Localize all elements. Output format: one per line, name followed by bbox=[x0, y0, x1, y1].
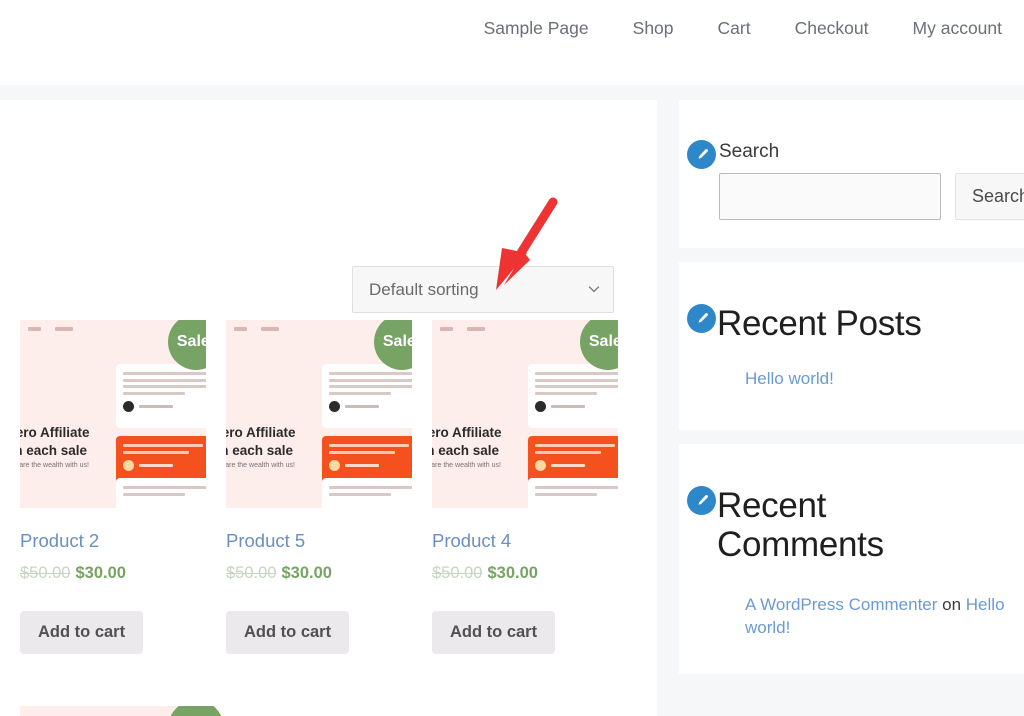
product-old-price: $50.00 bbox=[432, 564, 483, 583]
product-image[interactable]: Hero Affiliate on each sale I share the … bbox=[432, 320, 618, 508]
search-widget-title: Search bbox=[719, 141, 780, 162]
recent-comments-title: Recent Comments bbox=[717, 486, 884, 565]
recent-posts-header: Recent Posts bbox=[687, 304, 1024, 343]
recent-posts-title: Recent Posts bbox=[717, 304, 922, 343]
search-input[interactable] bbox=[719, 173, 941, 220]
add-to-cart-button[interactable]: Add to cart bbox=[226, 610, 350, 654]
product-old-price: $50.00 bbox=[20, 564, 71, 583]
search-widget: Search Search bbox=[679, 100, 1024, 248]
sale-badge bbox=[168, 706, 224, 716]
product-price: $50.00 $30.00 bbox=[432, 564, 638, 584]
comment-author-link[interactable]: A WordPress Commenter bbox=[745, 595, 937, 614]
annotation-arrow bbox=[496, 197, 558, 290]
artwork-testimonial-card bbox=[322, 364, 412, 428]
artwork-nav bbox=[234, 327, 279, 331]
artwork-testimonial-card-2 bbox=[528, 478, 618, 508]
edit-pencil-icon[interactable] bbox=[687, 486, 716, 515]
product-card[interactable]: Hero Affiliate on each sale I share the … bbox=[432, 320, 638, 654]
product-title[interactable]: Product 4 bbox=[432, 530, 638, 552]
search-button[interactable]: Search bbox=[955, 173, 1024, 220]
sidebar: Search Search Recent Posts Hello world! bbox=[679, 100, 1024, 688]
recent-comments-widget: Recent Comments A WordPress Commenter on… bbox=[679, 444, 1024, 674]
artwork-nav bbox=[28, 327, 73, 331]
product-image[interactable] bbox=[20, 706, 224, 716]
product-card[interactable]: Hero Affiliate on each sale I share the … bbox=[20, 320, 226, 654]
product-sale-price: $30.00 bbox=[487, 564, 538, 583]
add-to-cart-button[interactable]: Add to cart bbox=[20, 610, 144, 654]
artwork-testimonial-card-2 bbox=[116, 478, 206, 508]
product-title[interactable]: Product 5 bbox=[226, 530, 432, 552]
product-grid-next-row bbox=[20, 706, 657, 716]
product-image[interactable]: Hero Affiliate on each sale I share the … bbox=[226, 320, 412, 508]
product-sale-price: $30.00 bbox=[281, 564, 332, 583]
nav-item-checkout[interactable]: Checkout bbox=[773, 14, 891, 42]
product-card[interactable]: Hero Affiliate on each sale I share the … bbox=[226, 320, 432, 654]
add-to-cart-button[interactable]: Add to cart bbox=[432, 610, 556, 654]
nav-item-sample-page[interactable]: Sample Page bbox=[462, 14, 611, 42]
edit-pencil-icon[interactable] bbox=[687, 304, 716, 333]
search-form: Search bbox=[719, 173, 1024, 220]
artwork-testimonial-card bbox=[528, 364, 618, 428]
product-image[interactable]: Hero Affiliate on each sale I share the … bbox=[20, 320, 206, 508]
product-sale-price: $30.00 bbox=[75, 564, 126, 583]
primary-navigation: Sample Page Shop Cart Checkout My accoun… bbox=[462, 14, 1024, 42]
nav-item-my-account[interactable]: My account bbox=[891, 14, 1024, 42]
comment-on-text: on bbox=[937, 595, 966, 615]
recent-comments-header: Recent Comments bbox=[687, 486, 1024, 565]
site-header: Sample Page Shop Cart Checkout My accoun… bbox=[0, 0, 1024, 85]
shop-page: Sample Page Shop Cart Checkout My accoun… bbox=[0, 0, 1024, 716]
nav-item-cart[interactable]: Cart bbox=[696, 14, 773, 42]
artwork-testimonial-card bbox=[116, 364, 206, 428]
product-price: $50.00 $30.00 bbox=[20, 564, 226, 584]
search-widget-header: Search bbox=[687, 140, 1024, 169]
product-grid: Hero Affiliate on each sale I share the … bbox=[20, 320, 657, 654]
recent-comment-item: A WordPress Commenter on Hello world! bbox=[745, 594, 1017, 640]
product-title[interactable]: Product 2 bbox=[20, 530, 226, 552]
recent-posts-widget: Recent Posts Hello world! bbox=[679, 262, 1024, 430]
product-price: $50.00 $30.00 bbox=[226, 564, 432, 584]
product-old-price: $50.00 bbox=[226, 564, 277, 583]
recent-post-link[interactable]: Hello world! bbox=[745, 369, 1024, 389]
artwork-nav bbox=[440, 327, 485, 331]
artwork-testimonial-card-2 bbox=[322, 478, 412, 508]
nav-item-shop[interactable]: Shop bbox=[611, 14, 696, 42]
edit-pencil-icon[interactable] bbox=[687, 140, 716, 169]
